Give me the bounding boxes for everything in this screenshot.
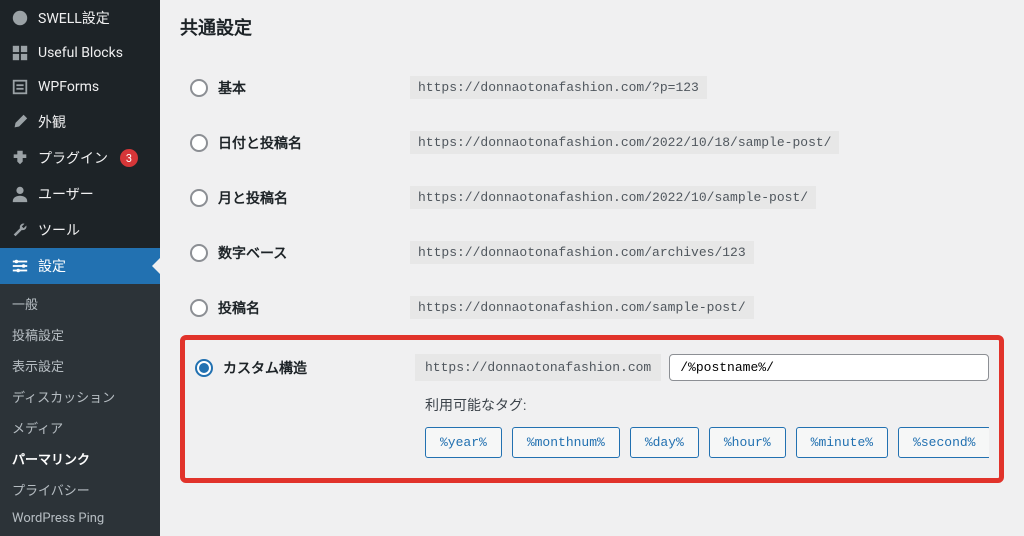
radio-icon	[195, 359, 213, 377]
submenu-discussion[interactable]: ディスカッション	[0, 381, 160, 412]
submenu-reading[interactable]: 表示設定	[0, 350, 160, 381]
user-icon	[10, 185, 30, 203]
submenu-privacy[interactable]: プライバシー	[0, 474, 160, 505]
radio-day-name[interactable]: 日付と投稿名	[190, 133, 410, 153]
custom-structure-highlight: カスタム構造 https://donnaotonafashion.com 利用可…	[180, 335, 1004, 483]
sidebar-item-label: 設定	[38, 256, 66, 276]
tag-monthnum[interactable]: %monthnum%	[512, 427, 620, 458]
tag-hour[interactable]: %hour%	[709, 427, 786, 458]
form-icon	[10, 78, 30, 96]
main-content: 共通設定 基本 https://donnaotonafashion.com/?p…	[160, 0, 1024, 508]
update-badge: 3	[120, 149, 138, 167]
sidebar-item-useful-blocks[interactable]: Useful Blocks	[0, 36, 160, 70]
available-tags: %year% %monthnum% %day% %hour% %minute% …	[425, 427, 989, 458]
example-cell: https://donnaotonafashion.com/2022/10/sa…	[410, 186, 994, 209]
radio-label: 月と投稿名	[218, 188, 288, 208]
radio-icon	[190, 244, 208, 262]
url-example: https://donnaotonafashion.com/2022/10/sa…	[410, 186, 816, 209]
url-example: https://donnaotonafashion.com/2022/10/18…	[410, 131, 839, 154]
option-row-plain: 基本 https://donnaotonafashion.com/?p=123	[180, 60, 1004, 115]
example-cell: https://donnaotonafashion.com/sample-pos…	[410, 296, 994, 319]
sliders-icon	[10, 257, 30, 275]
sidebar-item-tools[interactable]: ツール	[0, 212, 160, 248]
submenu-media[interactable]: メディア	[0, 412, 160, 443]
sidebar-item-plugins[interactable]: プラグイン 3	[0, 140, 160, 176]
wrench-icon	[10, 221, 30, 239]
example-cell: https://donnaotonafashion.com/?p=123	[410, 76, 994, 99]
url-example: https://donnaotonafashion.com/sample-pos…	[410, 296, 754, 319]
url-prefix: https://donnaotonafashion.com	[415, 354, 661, 381]
sidebar-item-label: 外観	[38, 112, 66, 132]
tag-second[interactable]: %second%	[898, 427, 989, 458]
sidebar-item-appearance[interactable]: 外観	[0, 104, 160, 140]
radio-label: 数字ベース	[218, 243, 287, 263]
sidebar-item-wpforms[interactable]: WPForms	[0, 70, 160, 104]
radio-label: 基本	[218, 78, 246, 98]
example-cell: https://donnaotonafashion.com/2022/10/18…	[410, 131, 994, 154]
radio-month-name[interactable]: 月と投稿名	[190, 188, 410, 208]
permalink-options: 基本 https://donnaotonafashion.com/?p=123 …	[180, 60, 1004, 483]
option-row-custom: カスタム構造 https://donnaotonafashion.com	[195, 354, 989, 381]
radio-plain[interactable]: 基本	[190, 78, 410, 98]
sidebar-item-users[interactable]: ユーザー	[0, 176, 160, 212]
blocks-icon	[10, 44, 30, 62]
radio-label: 日付と投稿名	[218, 133, 302, 153]
url-example: https://donnaotonafashion.com/?p=123	[410, 76, 707, 99]
tag-year[interactable]: %year%	[425, 427, 502, 458]
section-heading: 共通設定	[180, 14, 1004, 40]
submenu-writing[interactable]: 投稿設定	[0, 319, 160, 350]
submenu-wordpress-ping[interactable]: WordPress Ping	[0, 505, 160, 532]
tag-minute[interactable]: %minute%	[796, 427, 888, 458]
plugin-icon	[10, 149, 30, 167]
sidebar-item-label: SWELL設定	[38, 8, 110, 28]
url-example: https://donnaotonafashion.com/archives/1…	[410, 241, 754, 264]
sidebar-item-label: Useful Blocks	[38, 45, 123, 61]
radio-numeric[interactable]: 数字ベース	[190, 243, 410, 263]
sidebar-item-label: ツール	[38, 220, 80, 240]
permalink-structure-input[interactable]	[669, 354, 989, 381]
radio-icon	[190, 134, 208, 152]
radio-icon	[190, 79, 208, 97]
submenu-general[interactable]: 一般	[0, 288, 160, 319]
option-row-month-name: 月と投稿名 https://donnaotonafashion.com/2022…	[180, 170, 1004, 225]
swell-icon	[10, 9, 30, 27]
sidebar-item-label: ユーザー	[38, 184, 94, 204]
sidebar-item-settings[interactable]: 設定	[0, 248, 160, 284]
radio-custom[interactable]: カスタム構造	[195, 358, 415, 378]
example-cell: https://donnaotonafashion.com/archives/1…	[410, 241, 994, 264]
radio-icon	[190, 299, 208, 317]
option-row-postname: 投稿名 https://donnaotonafashion.com/sample…	[180, 280, 1004, 335]
sidebar-item-label: WPForms	[38, 79, 99, 95]
tag-day[interactable]: %day%	[630, 427, 699, 458]
admin-sidebar: SWELL設定 Useful Blocks WPForms 外観 プラグイン 3…	[0, 0, 160, 508]
radio-label: 投稿名	[218, 298, 260, 318]
radio-label: カスタム構造	[223, 358, 307, 378]
brush-icon	[10, 113, 30, 131]
settings-submenu: 一般 投稿設定 表示設定 ディスカッション メディア パーマリンク プライバシー…	[0, 284, 160, 536]
sidebar-item-swell[interactable]: SWELL設定	[0, 0, 160, 36]
sidebar-item-label: プラグイン	[38, 148, 108, 168]
radio-icon	[190, 189, 208, 207]
radio-postname[interactable]: 投稿名	[190, 298, 410, 318]
option-row-day-name: 日付と投稿名 https://donnaotonafashion.com/202…	[180, 115, 1004, 170]
submenu-permalinks[interactable]: パーマリンク	[0, 443, 160, 474]
option-row-numeric: 数字ベース https://donnaotonafashion.com/arch…	[180, 225, 1004, 280]
available-tags-label: 利用可能なタグ:	[425, 395, 989, 415]
